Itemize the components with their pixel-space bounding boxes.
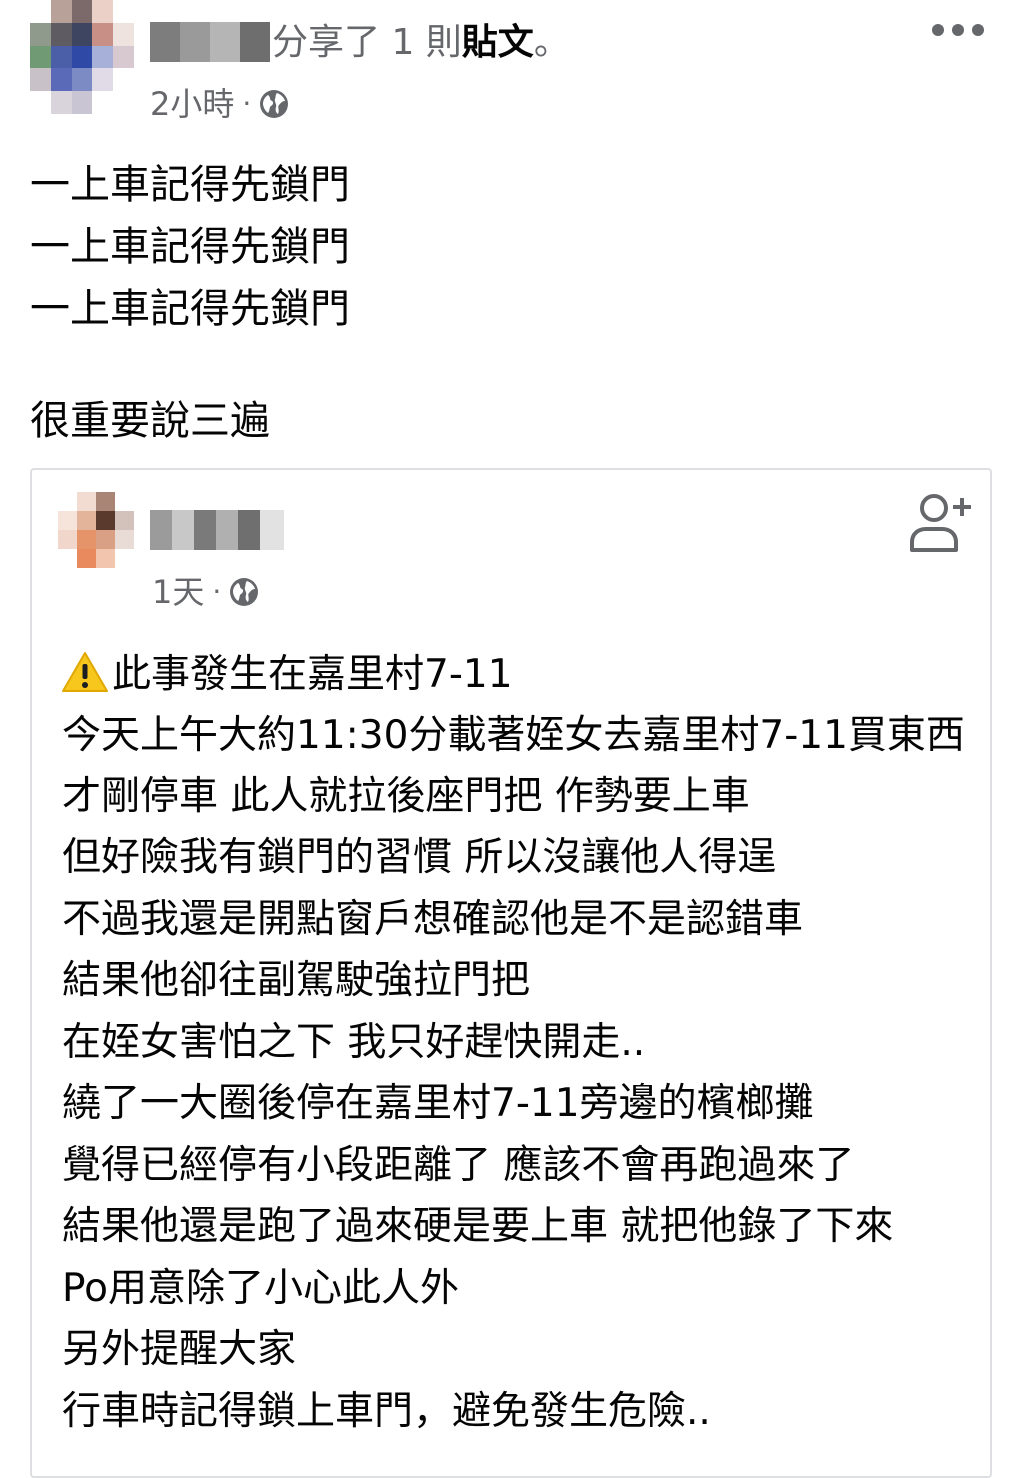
sharer-name-redacted[interactable]	[150, 22, 270, 62]
post-body-line: 一上車記得先鎖門	[30, 286, 350, 332]
shared-body-line: 覺得已經停有小段距離了 應該不會再跑過來了	[62, 1143, 855, 1188]
globe-icon	[230, 578, 259, 606]
shared-first-line: 此事發生在嘉里村7-11	[62, 650, 513, 700]
shared-body-line: 才剛停車 此人就拉後座門把 作勢要上車	[62, 774, 750, 819]
meta-separator: ·	[212, 575, 222, 608]
shared-body-line: Po用意除了小心此人外	[62, 1266, 459, 1311]
sharer-avatar[interactable]	[30, 0, 134, 114]
shared-body-line: 在姪女害怕之下 我只好趕快開走..	[62, 1020, 646, 1065]
meta-separator: ·	[242, 87, 252, 120]
warning-icon	[62, 652, 108, 692]
share-period: 。	[533, 22, 570, 63]
globe-icon	[260, 90, 289, 118]
shared-body-line: 結果他卻往副駕駛強拉門把	[62, 958, 531, 1003]
post-body-line: 一上車記得先鎖門	[30, 224, 350, 270]
shared-body-line: 但好險我有鎖門的習慣 所以沒讓他人得逞	[62, 835, 777, 880]
shared-body-line: 不過我還是開點窗戶想確認他是不是認錯車	[62, 897, 804, 942]
shared-author-name-redacted[interactable]	[150, 510, 284, 550]
shared-author-avatar[interactable]	[58, 492, 134, 568]
shared-first-line-text: 此事發生在嘉里村7-11	[112, 652, 513, 697]
add-friend-icon[interactable]	[906, 492, 972, 554]
post-timestamp[interactable]: 2小時	[150, 84, 234, 124]
shared-timestamp[interactable]: 1天	[152, 572, 204, 612]
shared-body-line: 今天上午大約11:30分載著姪女去嘉里村7-11買東西	[62, 713, 965, 758]
shared-body-line: 行車時記得鎖上車門，避免發生危險..	[62, 1389, 711, 1434]
shared-body-line: 結果他還是跑了過來硬是要上車 就把他錄了下來	[62, 1204, 894, 1249]
share-text: 分享了 1 則	[272, 22, 462, 63]
post-meta: 2小時 ·	[150, 84, 289, 124]
more-options-icon[interactable]	[932, 18, 984, 42]
shared-post-meta: 1天 ·	[152, 572, 259, 612]
post-body-line: 一上車記得先鎖門	[30, 162, 350, 208]
shared-body-line: 繞了一大圈後停在嘉里村7-11旁邊的檳榔攤	[62, 1081, 814, 1126]
post-link[interactable]: 貼文	[462, 22, 534, 63]
post-closing-line: 很重要說三遍	[30, 398, 270, 444]
shared-body-line: 另外提醒大家	[62, 1327, 297, 1372]
share-header: 分享了 1 則貼文。	[272, 18, 570, 68]
